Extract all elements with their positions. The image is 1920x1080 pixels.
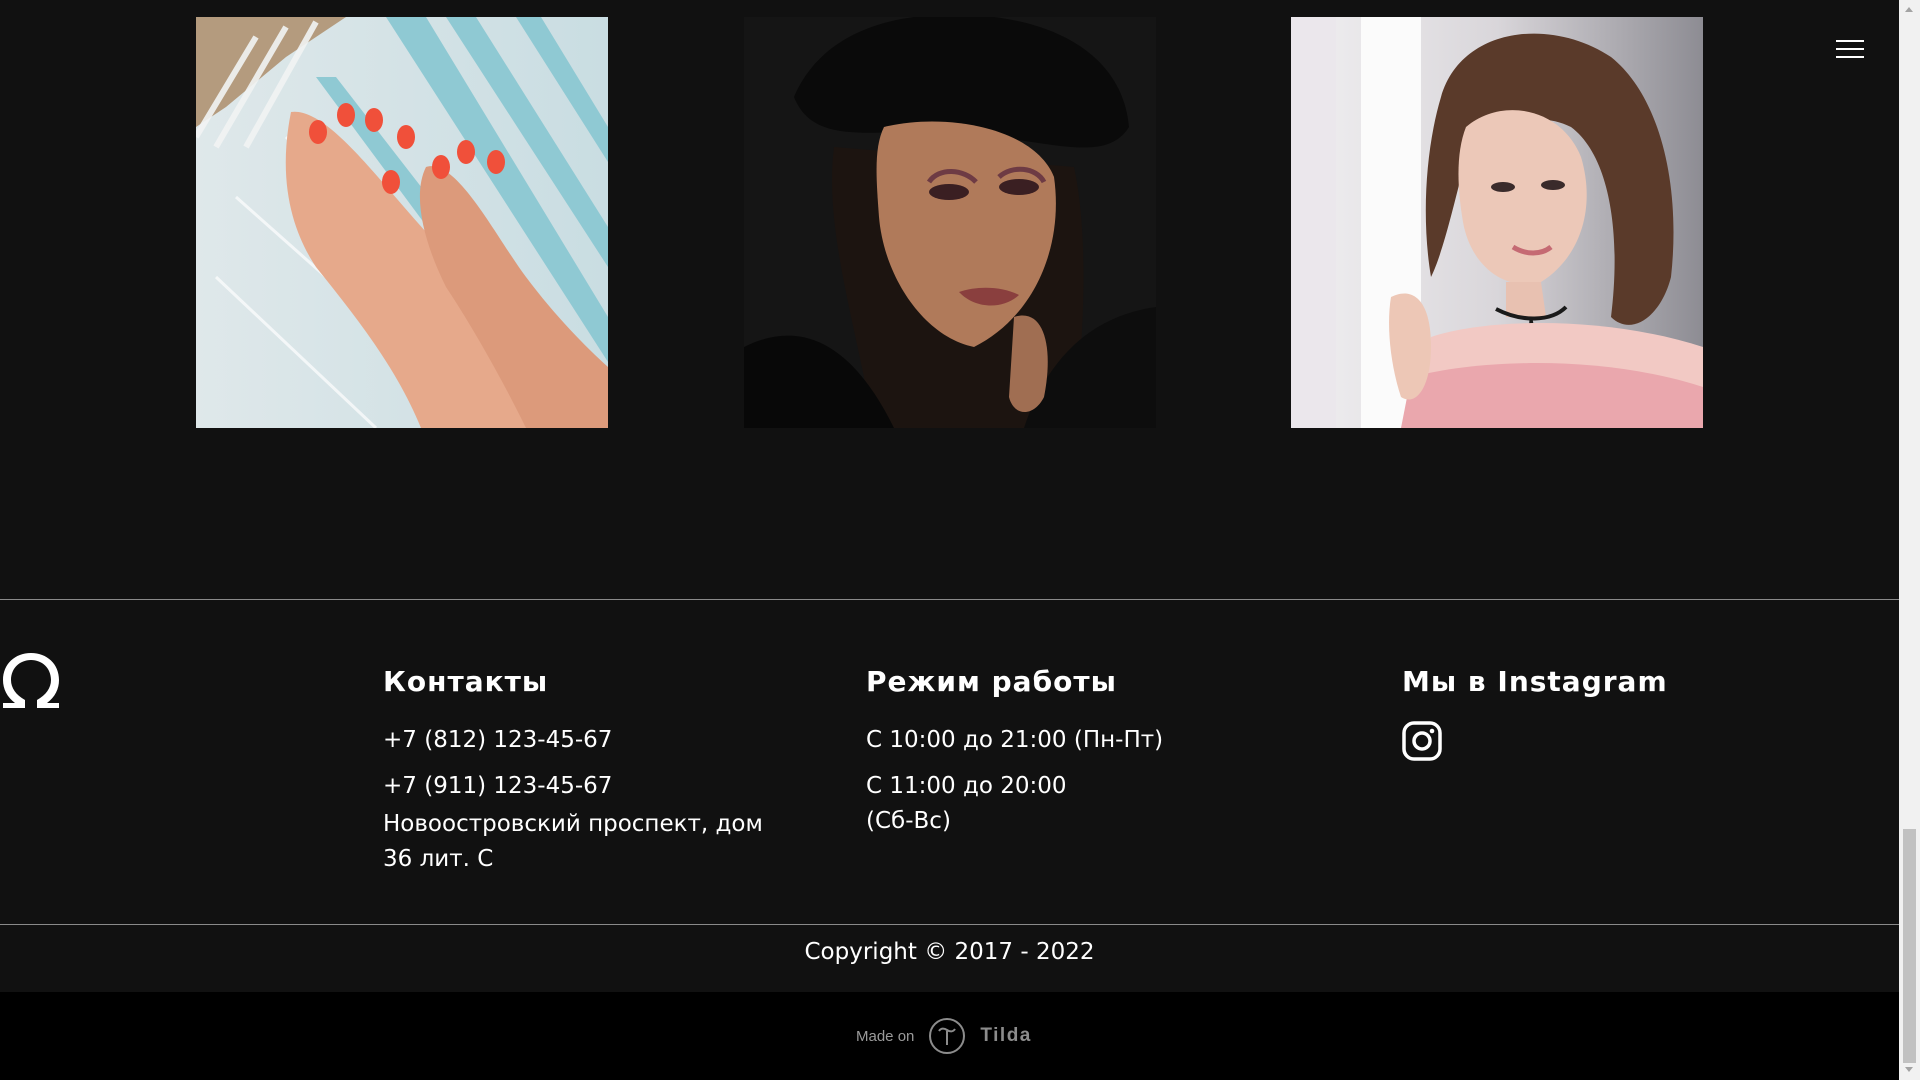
burger-line [1836,48,1864,50]
burger-line [1836,40,1864,42]
window-portrait-image [1291,17,1703,428]
omega-logo-icon[interactable] [0,650,62,714]
address-line-2: 36 лит. С [383,846,494,872]
weekend-hours: С 11:00 до 20:00 (Сб-Вс) [866,769,1067,839]
scroll-up-arrow-icon[interactable] [1905,7,1913,12]
copyright-text: Copyright © 2017 - 2022 [804,939,1095,965]
phone-link-1[interactable]: +7 (812) 123-45-67 [383,723,612,758]
page: Контакты +7 (812) 123-45-67 +7 (911) 123… [0,0,1920,1080]
burger-line [1836,56,1864,58]
tilda-brand: Tilda [980,1025,1032,1046]
contacts-title: Контакты [383,665,549,698]
instagram-icon[interactable] [1402,721,1442,761]
weekend-hours-line-2: (Сб-Вс) [866,808,951,834]
instagram-title: Мы в Instagram [1402,665,1668,698]
scrollbar-thumb[interactable] [1903,829,1916,1063]
weekend-hours-line-1: С 11:00 до 20:00 [866,773,1067,799]
made-on-label: Made on [856,1027,915,1045]
made-on-tilda-link[interactable]: Made on Tilda [856,1016,1032,1056]
hat-portrait-image [744,17,1156,428]
footer-bottom-divider [0,924,1899,925]
gallery-photo-manicure[interactable] [196,17,608,428]
address-line-1: Новоостровский проспект, дом [383,811,763,837]
gallery-photo-hat-portrait[interactable] [744,17,1156,428]
tilda-logo-icon [928,1017,966,1055]
hamburger-menu-icon[interactable] [1836,39,1864,59]
weekday-hours: С 10:00 до 21:00 (Пн-Пт) [866,727,1164,753]
manicure-image [196,17,608,428]
vertical-scrollbar[interactable] [1899,0,1920,1080]
made-on-tilda-bar: Made on Tilda [0,992,1899,1080]
phone-link-2[interactable]: +7 (911) 123-45-67 [383,769,612,804]
address: Новоостровский проспект, дом 36 лит. С [383,807,763,877]
gallery-photo-window-portrait[interactable] [1291,17,1703,428]
working-hours-title: Режим работы [866,665,1117,698]
scroll-down-arrow-icon[interactable] [1905,1067,1913,1072]
footer-top-divider [0,599,1899,600]
